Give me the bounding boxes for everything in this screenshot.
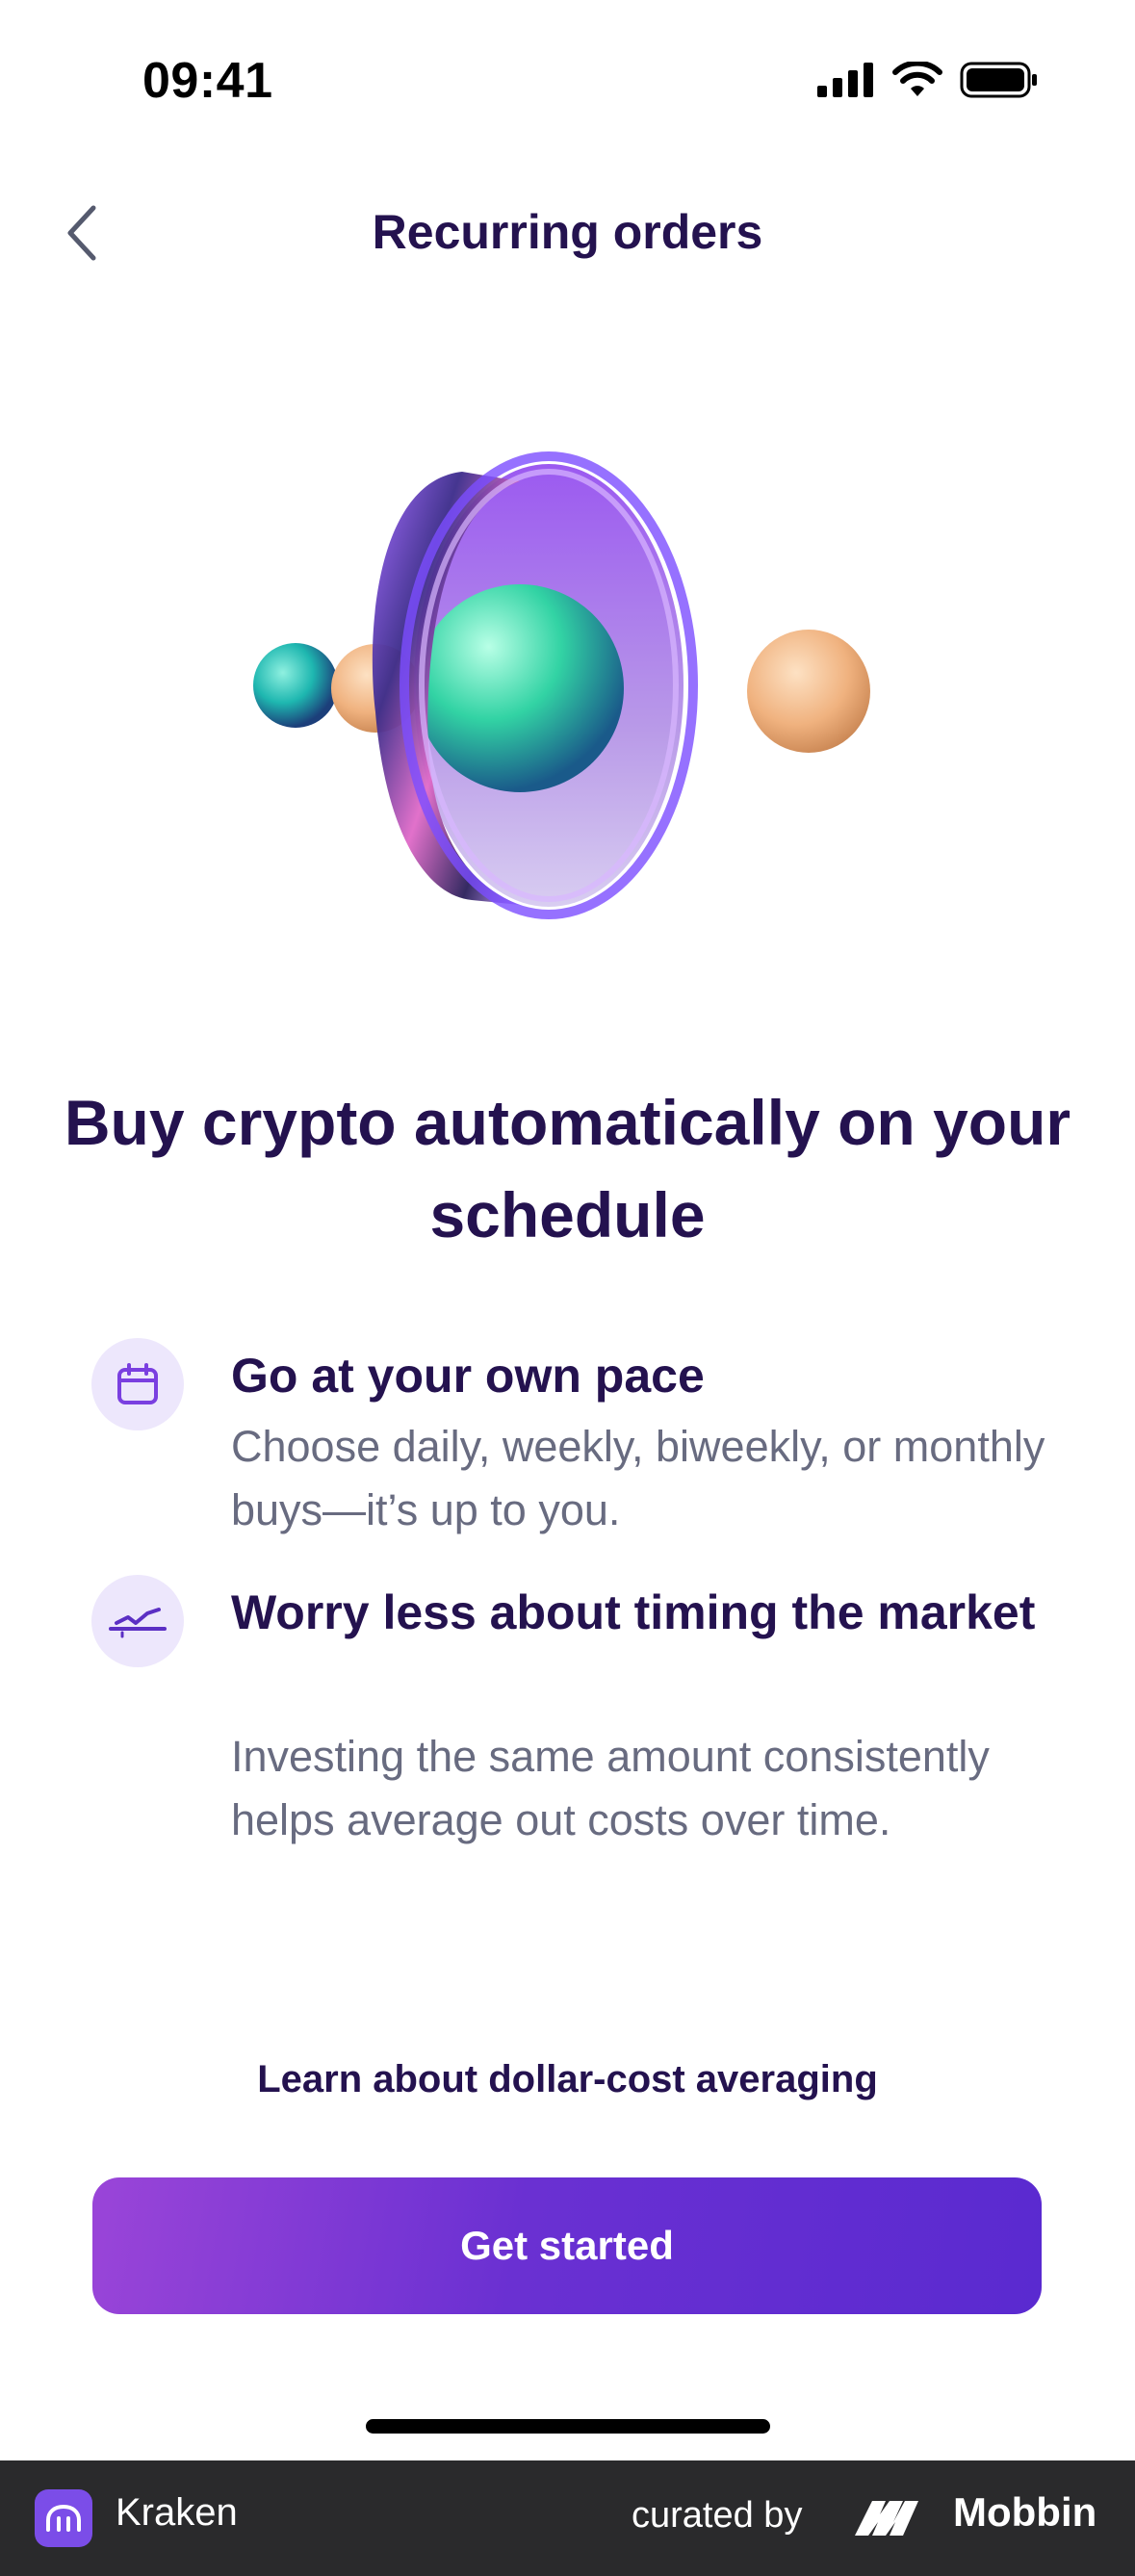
feature-icon-bg [91, 1575, 184, 1667]
get-started-button[interactable]: Get started [92, 2177, 1042, 2314]
feature-item: Go at your own pace Choose daily, weekly… [91, 1338, 1054, 1550]
kraken-logo-icon [35, 2489, 92, 2547]
status-icons [817, 62, 1039, 98]
nav-bar: Recurring orders [0, 183, 1135, 289]
footer-curated-label: curated by [632, 2495, 803, 2536]
mobbin-logo-icon [855, 2501, 918, 2536]
feature-description: Investing the same amount consistently h… [231, 1732, 990, 1844]
feature-item: Worry less about timing the market Inves… [91, 1575, 1054, 1921]
footer-brand-name: Mobbin [953, 2489, 1097, 2535]
feature-description: Choose daily, weekly, biweekly, or month… [231, 1422, 1045, 1534]
battery-icon [960, 62, 1037, 98]
headline: Buy crypto automatically on your schedul… [64, 1087, 1071, 1250]
crypto-ring-spheres-illustration [231, 424, 905, 943]
cellular-signal-icon [817, 63, 873, 97]
calendar-icon [117, 1363, 158, 1404]
footer-bar: Kraken curated by Mobbin [0, 2460, 1135, 2576]
trend-line-icon [109, 1608, 167, 1638]
feature-title: Go at your own pace [231, 1349, 705, 1403]
page-title: Recurring orders [372, 205, 763, 259]
status-bar: 09:41 [0, 0, 1135, 164]
learn-dca-link[interactable]: Learn about dollar-cost averaging [0, 2058, 1135, 2101]
home-indicator [366, 2419, 770, 2434]
wifi-icon [892, 62, 942, 96]
footer-app-name: Kraken [116, 2491, 238, 2534]
feature-title: Worry less about timing the market [231, 1585, 1036, 1639]
feature-icon-bg [91, 1338, 184, 1430]
status-time: 09:41 [142, 53, 273, 109]
